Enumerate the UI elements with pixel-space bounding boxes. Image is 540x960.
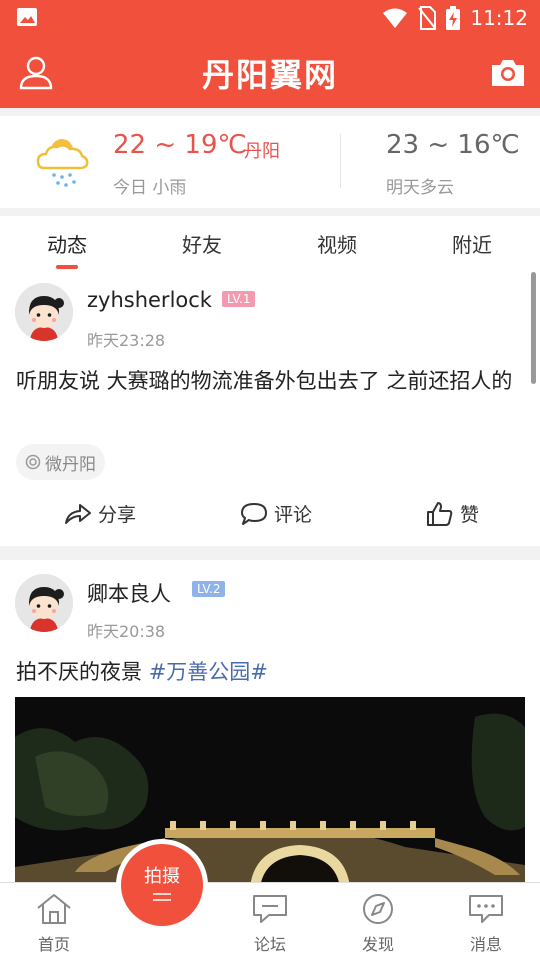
nav-forum[interactable]: 论坛 [235, 893, 305, 955]
post-username[interactable]: zyhsherlock [87, 288, 212, 312]
post-text[interactable]: 拍不厌的夜景 #万善公园# [16, 657, 526, 687]
image-notification-icon [17, 8, 37, 26]
avatar[interactable] [15, 283, 73, 341]
nav-home[interactable]: 首页 [19, 893, 89, 955]
tab-video[interactable]: 视频 [297, 229, 377, 258]
battery-charging-icon [446, 6, 461, 30]
active-tab-indicator [56, 265, 78, 269]
system-status: 11:12 [382, 5, 528, 31]
forum-icon [253, 895, 287, 923]
tab-dynamic[interactable]: 动态 [27, 229, 107, 258]
nav-home-label: 首页 [37, 935, 70, 954]
no-sim-icon [418, 6, 437, 30]
share-label: 分享 [98, 504, 137, 526]
status-bar: 11:12 [0, 0, 540, 36]
tomorrow-temperature: 23 ~ 16℃ [386, 130, 520, 160]
like-label: 赞 [460, 504, 480, 526]
tab-friends[interactable]: 好友 [162, 229, 242, 258]
feed-post: 卿本良人 LV.2 昨天20:38 拍不厌的夜景 #万善公园# [0, 560, 540, 882]
comment-icon [241, 502, 267, 525]
weather-divider [340, 134, 341, 188]
tomorrow-weather-desc: 明天多云 [386, 178, 454, 198]
thumbs-up-icon [427, 501, 453, 526]
feed-scrollbar[interactable] [531, 272, 536, 384]
feed-tabs: 动态 好友 视频 附近 [0, 216, 540, 270]
channel-chip[interactable]: 微丹阳 [16, 444, 105, 480]
avatar[interactable] [15, 574, 73, 632]
home-icon [37, 894, 71, 924]
comment-button[interactable]: 评论 [240, 500, 312, 527]
weather-city: 丹阳 [244, 141, 280, 162]
message-icon [469, 895, 503, 923]
tab-nearby[interactable]: 附近 [432, 229, 512, 258]
post-text-body: 拍不厌的夜景 [16, 660, 149, 684]
post-divider [0, 546, 540, 560]
post-text[interactable]: 听朋友说 大赛璐的物流准备外包出去了 之前还招人的 [16, 366, 526, 396]
post-username[interactable]: 卿本良人 [87, 578, 171, 608]
today-weather-desc: 今日 小雨 [113, 178, 187, 198]
menu-lines-icon [153, 893, 171, 901]
app-logo: 丹阳翼网 [201, 56, 338, 94]
level-badge: LV.1 [222, 291, 256, 307]
bottom-navigation: 首页 论坛 发现 消息 [0, 882, 540, 960]
post-time: 昨天20:38 [87, 622, 166, 641]
feed-area: 动态 好友 视频 附近 zyhsherlock LV.1 昨天23:28 听朋友… [0, 216, 540, 882]
topic-tag[interactable]: #万善公园# [149, 660, 268, 684]
light-rain-icon [36, 139, 89, 187]
post-photo[interactable] [15, 697, 525, 882]
nav-messages[interactable]: 消息 [451, 893, 521, 955]
avatar-girl-icon [15, 574, 73, 632]
clock: 11:12 [470, 6, 528, 30]
post-time: 昨天23:28 [87, 331, 166, 350]
avatar-girl-icon [15, 283, 73, 341]
channel-label: 微丹阳 [45, 454, 96, 475]
channel-icon [25, 454, 41, 470]
nav-discover-label: 发现 [361, 935, 394, 954]
nav-messages-label: 消息 [469, 935, 502, 954]
share-icon [65, 503, 91, 524]
camera-icon[interactable] [490, 56, 526, 88]
weather-card[interactable]: 22 ~ 19℃ 丹阳 今日 小雨 23 ~ 16℃ 明天多云 [0, 116, 540, 208]
today-temperature: 22 ~ 19℃ [113, 130, 247, 160]
level-badge: LV.2 [192, 581, 226, 597]
wifi-icon [383, 8, 408, 28]
comment-label: 评论 [274, 504, 313, 526]
nav-discover[interactable]: 发现 [343, 893, 413, 955]
nav-forum-label: 论坛 [253, 935, 286, 954]
shoot-label: 拍摄 [144, 866, 180, 887]
app-header: 丹阳翼网 [0, 36, 540, 108]
night-bridge-photo [15, 697, 525, 882]
like-button[interactable]: 赞 [426, 500, 479, 527]
compass-icon [363, 894, 393, 924]
share-button[interactable]: 分享 [64, 500, 136, 527]
feed-post: zyhsherlock LV.1 昨天23:28 听朋友说 大赛璐的物流准备外包… [0, 270, 540, 546]
shoot-button[interactable]: 拍摄 [121, 844, 203, 926]
